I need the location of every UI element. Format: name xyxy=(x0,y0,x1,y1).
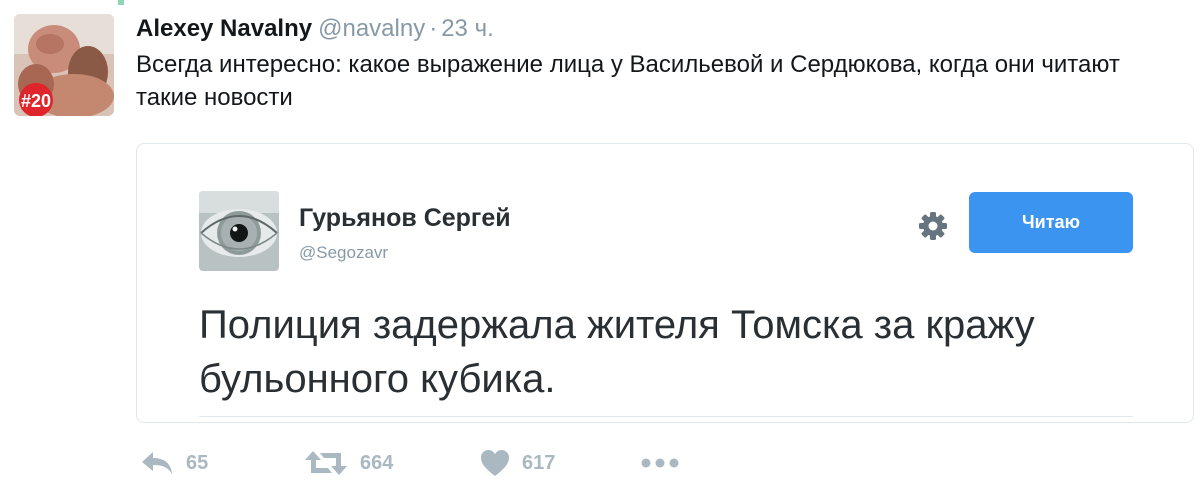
like-count: 617 xyxy=(522,451,556,474)
author-name[interactable]: Alexey Navalny xyxy=(136,15,312,42)
reply-icon xyxy=(142,452,172,474)
quoted-tweet-text: Полиция задержала жителя Томска за кражу… xyxy=(199,303,1035,401)
like-button[interactable]: 617 xyxy=(480,448,555,478)
quoted-author-name[interactable]: Гурьянов Сергей xyxy=(299,204,511,233)
tweet-text: Всегда интересно: какое выражение лица у… xyxy=(136,51,1120,111)
card-divider xyxy=(199,416,1133,417)
heart-icon xyxy=(481,450,509,476)
quoted-author-avatar[interactable] xyxy=(199,191,279,271)
top-accent-bar xyxy=(118,0,124,5)
header-separator: · xyxy=(429,15,438,42)
tweet-header: Alexey Navalny @navalny · 23 ч. xyxy=(136,14,494,44)
more-icon xyxy=(641,458,679,468)
follow-button[interactable]: Читаю xyxy=(969,192,1133,253)
more-button[interactable] xyxy=(640,448,680,478)
reply-count: 65 xyxy=(186,451,209,474)
tweet-actions: 65 664 617 xyxy=(140,448,700,478)
gear-icon[interactable] xyxy=(913,206,953,246)
avatar-badge: #20 xyxy=(21,91,51,111)
tweet-timestamp[interactable]: 23 ч. xyxy=(441,15,494,42)
reply-button[interactable]: 65 xyxy=(140,448,208,478)
retweet-count: 664 xyxy=(360,451,394,474)
author-handle[interactable]: @navalny xyxy=(318,15,425,42)
quoted-author-handle[interactable]: @Segozavr xyxy=(299,243,388,263)
retweet-icon xyxy=(305,451,347,475)
retweet-button[interactable]: 664 xyxy=(304,448,393,478)
author-avatar[interactable]: #20 xyxy=(14,14,114,116)
quoted-tweet-card[interactable]: Гурьянов Сергей @Segozavr Читаю Полиция … xyxy=(136,143,1194,423)
